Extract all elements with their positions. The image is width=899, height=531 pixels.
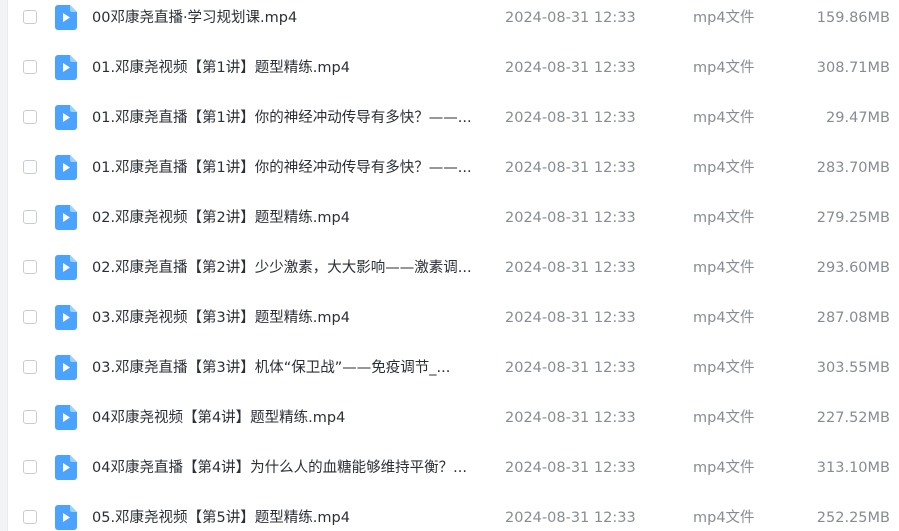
file-modified-date: 2024-08-31 12:33 [505,510,636,526]
select-checkbox[interactable] [23,510,37,524]
file-row[interactable]: 01.邓康尧视频【第1讲】题型精练.mp4 2024-08-31 12:33 m… [8,43,899,93]
file-modified-date: 2024-08-31 12:33 [505,60,636,76]
file-modified-date: 2024-08-31 12:33 [505,360,636,376]
video-file-icon [55,155,77,180]
file-type: mp4文件 [693,410,755,426]
file-type: mp4文件 [693,210,755,226]
file-row[interactable]: 05.邓康尧视频【第5讲】题型精练.mp4 2024-08-31 12:33 m… [8,493,899,531]
file-name[interactable]: 02.邓康尧视频【第2讲】题型精练.mp4 [92,208,488,228]
file-modified-date: 2024-08-31 12:33 [505,310,636,326]
file-size: 159.86MB [816,10,890,26]
select-checkbox[interactable] [23,310,37,324]
file-row[interactable]: 03.邓康尧视频【第3讲】题型精练.mp4 2024-08-31 12:33 m… [8,293,899,343]
file-type: mp4文件 [693,510,755,526]
file-modified-date: 2024-08-31 12:33 [505,460,636,476]
select-checkbox[interactable] [23,360,37,374]
file-size: 283.70MB [816,160,890,176]
file-modified-date: 2024-08-31 12:33 [505,410,636,426]
select-checkbox[interactable] [23,460,37,474]
file-name[interactable]: 03.邓康尧视频【第3讲】题型精练.mp4 [92,308,488,328]
file-type: mp4文件 [693,260,755,276]
file-row[interactable]: 04邓康尧视频【第4讲】题型精练.mp4 2024-08-31 12:33 mp… [8,393,899,443]
select-checkbox[interactable] [23,10,37,24]
file-type: mp4文件 [693,460,755,476]
video-file-icon [55,405,77,430]
file-size: 303.55MB [816,360,890,376]
file-size: 29.47MB [826,110,890,126]
select-checkbox[interactable] [23,260,37,274]
file-size: 313.10MB [816,460,890,476]
select-checkbox[interactable] [23,410,37,424]
file-name[interactable]: 01.邓康尧直播【第1讲】你的神经冲动传导有多快？——... [92,158,488,178]
file-row[interactable]: 04邓康尧直播【第4讲】为什么人的血糖能够维持平衡？... 2024-08-31… [8,443,899,493]
select-checkbox[interactable] [23,110,37,124]
file-row[interactable]: 02.邓康尧直播【第2讲】少少激素，大大影响——激素调... 2024-08-3… [8,243,899,293]
file-name[interactable]: 04邓康尧视频【第4讲】题型精练.mp4 [92,408,488,428]
file-name[interactable]: 01.邓康尧直播【第1讲】你的神经冲动传导有多快？——... [92,108,488,128]
file-modified-date: 2024-08-31 12:33 [505,10,636,26]
video-file-icon [55,355,77,380]
video-file-icon [55,455,77,480]
file-size: 293.60MB [816,260,890,276]
file-type: mp4文件 [693,360,755,376]
file-type: mp4文件 [693,160,755,176]
file-row[interactable]: 03.邓康尧直播【第3讲】机体“保卫战”——免疫调节_... 2024-08-3… [8,343,899,393]
file-name[interactable]: 01.邓康尧视频【第1讲】题型精练.mp4 [92,58,488,78]
file-row[interactable]: 01.邓康尧直播【第1讲】你的神经冲动传导有多快？——... 2024-08-3… [8,93,899,143]
video-file-icon [55,255,77,280]
file-name[interactable]: 03.邓康尧直播【第3讲】机体“保卫战”——免疫调节_... [92,358,488,378]
video-file-icon [55,205,77,230]
file-name[interactable]: 02.邓康尧直播【第2讲】少少激素，大大影响——激素调... [92,258,488,278]
video-file-icon [55,105,77,130]
file-row[interactable]: 01.邓康尧直播【第1讲】你的神经冲动传导有多快？——... 2024-08-3… [8,143,899,193]
file-size: 227.52MB [816,410,890,426]
video-file-icon [55,55,77,80]
file-size: 308.71MB [816,60,890,76]
file-type: mp4文件 [693,10,755,26]
video-file-icon [55,305,77,330]
file-row[interactable]: 02.邓康尧视频【第2讲】题型精练.mp4 2024-08-31 12:33 m… [8,193,899,243]
video-file-icon [55,505,77,530]
file-name[interactable]: 00邓康尧直播·学习规划课.mp4 [92,8,488,28]
file-name[interactable]: 04邓康尧直播【第4讲】为什么人的血糖能够维持平衡？... [92,458,488,478]
file-modified-date: 2024-08-31 12:33 [505,260,636,276]
select-checkbox[interactable] [23,210,37,224]
file-type: mp4文件 [693,60,755,76]
file-size: 279.25MB [816,210,890,226]
file-modified-date: 2024-08-31 12:33 [505,110,636,126]
file-name[interactable]: 05.邓康尧视频【第5讲】题型精练.mp4 [92,508,488,528]
file-row[interactable]: 00邓康尧直播·学习规划课.mp4 2024-08-31 12:33 mp4文件… [8,0,899,43]
left-panel-edge [0,0,8,531]
file-modified-date: 2024-08-31 12:33 [505,160,636,176]
select-checkbox[interactable] [23,160,37,174]
select-checkbox[interactable] [23,60,37,74]
file-size: 287.08MB [816,310,890,326]
file-list: 00邓康尧直播·学习规划课.mp4 2024-08-31 12:33 mp4文件… [0,0,899,531]
file-type: mp4文件 [693,310,755,326]
file-type: mp4文件 [693,110,755,126]
file-size: 252.25MB [816,510,890,526]
video-file-icon [55,5,77,30]
file-modified-date: 2024-08-31 12:33 [505,210,636,226]
